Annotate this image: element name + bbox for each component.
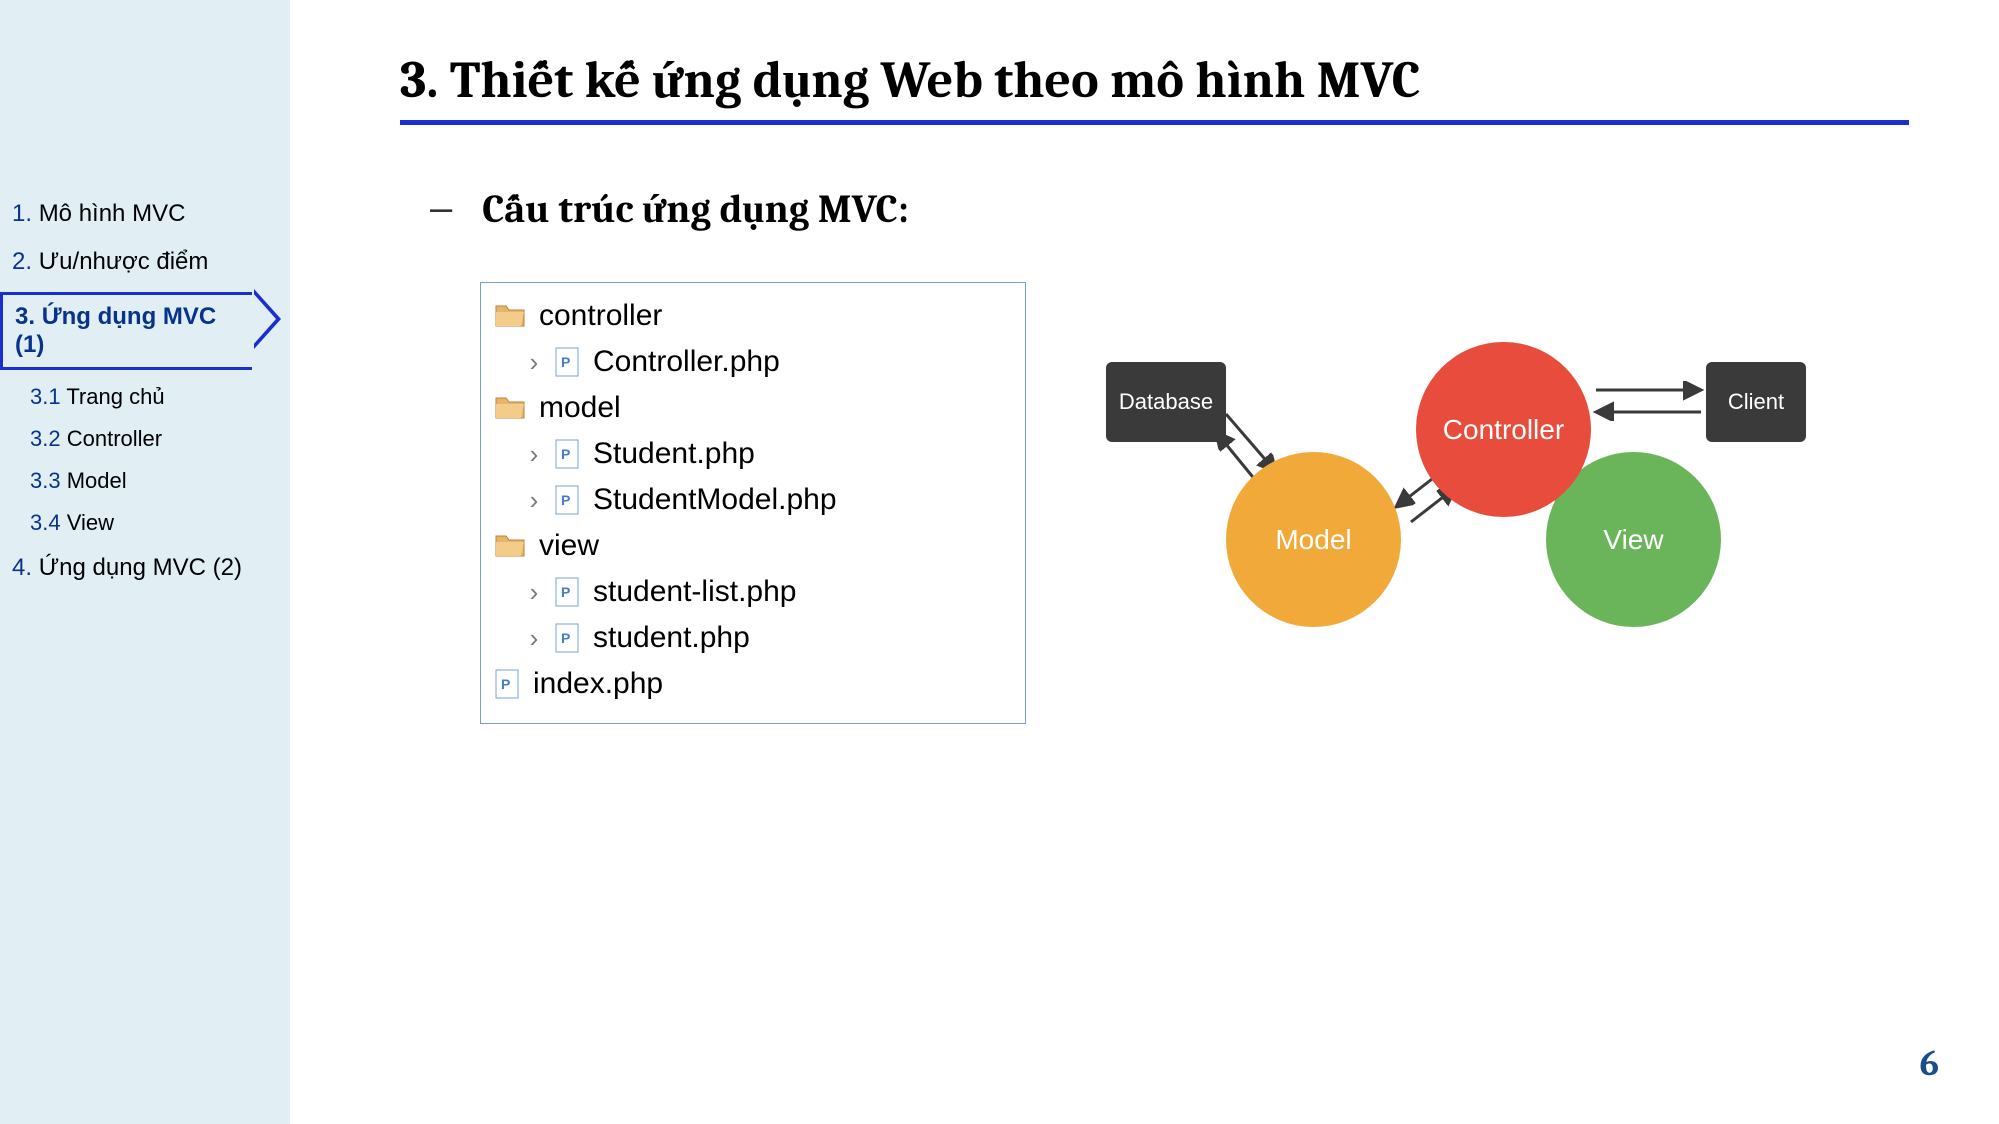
nav-label: Ứng dụng MVC (2) xyxy=(39,554,242,581)
svg-text:P: P xyxy=(561,630,570,646)
page-title: 3. Thiết kế ứng dụng Web theo mô hình MV… xyxy=(400,50,1909,125)
client-box: Client xyxy=(1706,362,1806,442)
bullet-dash: – xyxy=(430,186,452,231)
php-file-icon: P xyxy=(555,485,579,515)
nav-item-1[interactable]: 1. Mô hình MVC xyxy=(0,190,290,238)
nav-sub-label: Controller xyxy=(67,426,162,451)
folder-icon xyxy=(495,534,525,558)
nav-item-4[interactable]: 4. Ứng dụng MVC (2) xyxy=(0,544,290,592)
page-number: 6 xyxy=(1920,1043,1939,1084)
chevron-icon: › xyxy=(523,439,545,470)
nav-label: Ứng dụng MVC (1) xyxy=(15,303,216,358)
nav-item-2[interactable]: 2. Ưu/nhược điểm xyxy=(0,238,290,286)
chevron-icon: › xyxy=(523,485,545,516)
slide: 1. Mô hình MVC 2. Ưu/nhược điểm 3. Ứng d… xyxy=(0,0,1999,1124)
mvc-diagram: Database Client Controller Model View xyxy=(1106,342,1826,762)
php-file-icon: P xyxy=(555,439,579,469)
content-row: controller › P Controller.php model › P … xyxy=(480,282,1909,762)
controller-circle: Controller xyxy=(1416,342,1591,517)
nav-sub-num: 3.3 xyxy=(30,468,61,493)
folder-row[interactable]: view xyxy=(495,523,1011,569)
php-file-icon: P xyxy=(555,623,579,653)
folder-icon xyxy=(495,396,525,420)
php-file-icon: P xyxy=(555,577,579,607)
file-label: Student.php xyxy=(593,437,755,471)
file-label: Controller.php xyxy=(593,345,780,379)
subtitle-row: – Cấu trúc ứng dụng MVC: xyxy=(430,185,1909,232)
svg-text:P: P xyxy=(561,446,570,462)
model-circle: Model xyxy=(1226,452,1401,627)
file-row[interactable]: › P Controller.php xyxy=(495,339,1011,385)
main-content: 3. Thiết kế ứng dụng Web theo mô hình MV… xyxy=(290,0,1999,1124)
nav-sub-label: View xyxy=(67,510,114,535)
nav-label: Ưu/nhược điểm xyxy=(39,248,209,275)
file-tree: controller › P Controller.php model › P … xyxy=(480,282,1026,724)
nav-num: 1. xyxy=(12,200,32,227)
sidebar: 1. Mô hình MVC 2. Ưu/nhược điểm 3. Ứng d… xyxy=(0,0,290,1124)
folder-label: view xyxy=(539,529,599,563)
database-box: Database xyxy=(1106,362,1226,442)
folder-row[interactable]: model xyxy=(495,385,1011,431)
nav-label: Mô hình MVC xyxy=(39,200,186,227)
folder-label: controller xyxy=(539,299,662,333)
nav-sub-label: Model xyxy=(67,468,127,493)
nav-sub-num: 3.2 xyxy=(30,426,61,451)
nav-sub-3-3[interactable]: 3.3 Model xyxy=(0,460,290,502)
file-row[interactable]: › P student.php xyxy=(495,615,1011,661)
folder-label: model xyxy=(539,391,621,425)
nav-num: 2. xyxy=(12,248,32,275)
svg-text:P: P xyxy=(501,676,510,692)
svg-text:P: P xyxy=(561,354,570,370)
nav-sub-3-1[interactable]: 3.1 Trang chủ xyxy=(0,376,290,418)
nav-sub-3-4[interactable]: 3.4 View xyxy=(0,502,290,544)
folder-icon xyxy=(495,304,525,328)
nav-num: 4. xyxy=(12,554,32,581)
php-file-icon: P xyxy=(495,669,519,699)
chevron-icon: › xyxy=(523,347,545,378)
php-file-icon: P xyxy=(555,347,579,377)
nav-sub-3-2[interactable]: 3.2 Controller xyxy=(0,418,290,460)
file-label: student.php xyxy=(593,621,750,655)
file-row[interactable]: › P Student.php xyxy=(495,431,1011,477)
file-label: index.php xyxy=(533,667,663,701)
file-row[interactable]: › P student-list.php xyxy=(495,569,1011,615)
nav-sub-num: 3.1 xyxy=(30,384,61,409)
nav-sub-label: Trang chủ xyxy=(66,384,164,409)
folder-row[interactable]: controller xyxy=(495,293,1011,339)
nav-num: 3. xyxy=(15,303,35,330)
chevron-icon: › xyxy=(523,623,545,654)
nav-sub-num: 3.4 xyxy=(30,510,61,535)
file-label: student-list.php xyxy=(593,575,796,609)
subtitle: Cấu trúc ứng dụng MVC: xyxy=(482,185,909,232)
file-label: StudentModel.php xyxy=(593,483,837,517)
svg-text:P: P xyxy=(561,492,570,508)
file-row[interactable]: › P StudentModel.php xyxy=(495,477,1011,523)
svg-text:P: P xyxy=(561,584,570,600)
chevron-icon: › xyxy=(523,577,545,608)
file-row[interactable]: P index.php xyxy=(495,661,1011,707)
nav-item-3-active[interactable]: 3. Ứng dụng MVC (1) xyxy=(0,292,252,370)
